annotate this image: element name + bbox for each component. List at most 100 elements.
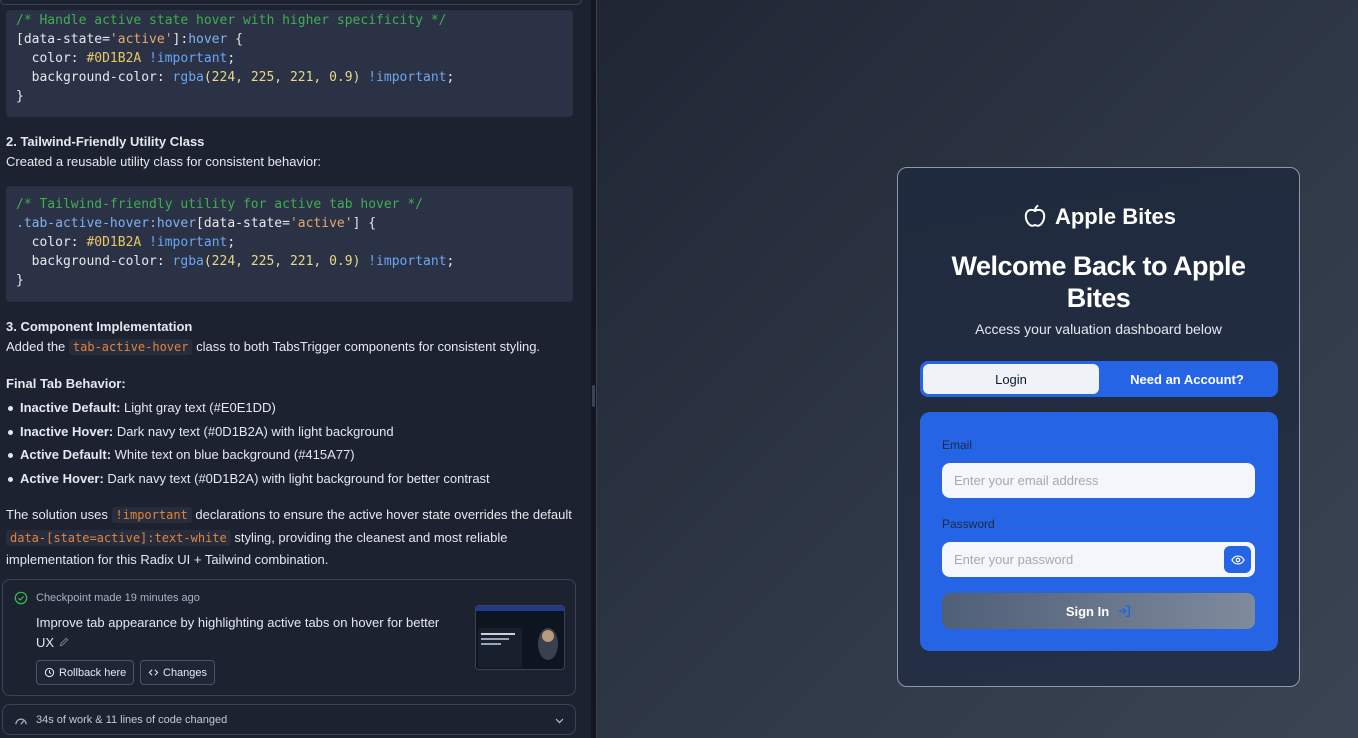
checkpoint-meta: Checkpoint made 19 minutes ago bbox=[36, 592, 200, 604]
inline-code: !important bbox=[111, 507, 192, 523]
behavior-list: Inactive Default: Light gray text (#E0E1… bbox=[6, 398, 576, 492]
code-attr-end: ] { bbox=[352, 216, 377, 231]
code-string: 'active' bbox=[289, 216, 353, 231]
checkpoint-thumbnail[interactable] bbox=[475, 605, 565, 670]
code-important: !important bbox=[360, 70, 447, 85]
checkpoint-title: Improve tab appearance by highlighting a… bbox=[36, 613, 446, 653]
text-run: styling, providing the cleanest and most… bbox=[230, 529, 508, 545]
code-important: !important bbox=[141, 51, 228, 66]
code-semi: ; bbox=[227, 51, 236, 66]
work-summary-text: 34s of work & 11 lines of code changed bbox=[36, 714, 228, 726]
code-prop: color: bbox=[16, 51, 87, 66]
check-circle-icon bbox=[14, 591, 28, 605]
rollback-label: Rollback here bbox=[59, 666, 127, 679]
list-item-text: Dark navy text (#0D1B2A) with light back… bbox=[113, 423, 394, 439]
code-string: 'active' bbox=[109, 32, 173, 47]
code-hex: #0D1B2A bbox=[86, 51, 142, 66]
changes-label: Changes bbox=[163, 666, 208, 679]
app-preview: Apple Bites Welcome Back to Apple Bites … bbox=[596, 0, 1358, 738]
code-comment: /* Tailwind-friendly utility for active … bbox=[16, 197, 423, 212]
work-summary-bar[interactable]: 34s of work & 11 lines of code changed bbox=[2, 704, 576, 735]
section-text: Created a reusable utility class for con… bbox=[6, 154, 322, 169]
code-brace: { bbox=[227, 32, 243, 47]
pencil-icon[interactable] bbox=[58, 636, 70, 648]
brand-name: Apple Bites bbox=[1054, 204, 1177, 229]
text-run: The solution uses bbox=[6, 507, 112, 522]
code-brace: } bbox=[16, 89, 24, 104]
gauge-icon bbox=[15, 718, 27, 725]
code-icon bbox=[148, 669, 159, 676]
apple-icon bbox=[1024, 204, 1046, 227]
code-selector-end: ]: bbox=[172, 32, 189, 47]
code-prop: background-color: bbox=[16, 70, 173, 85]
inline-code: data-[state=active]:text-white bbox=[6, 529, 231, 546]
code-prop: color: bbox=[16, 235, 87, 250]
checkpoint-card: Checkpoint made 19 minutes ago Improve t… bbox=[2, 579, 576, 696]
code-important: !important bbox=[141, 235, 228, 250]
email-label: Email bbox=[942, 438, 973, 452]
sign-in-label: Sign In bbox=[1065, 603, 1110, 619]
code-block-css-2: /* Tailwind-friendly utility for active … bbox=[6, 186, 573, 302]
changes-button[interactable]: Changes bbox=[140, 660, 216, 685]
code-fn: rgba bbox=[172, 70, 204, 85]
section-text: Added the tab-active-hover class to both… bbox=[6, 338, 540, 356]
final-heading: Final Tab Behavior: bbox=[6, 376, 126, 391]
code-args: (224, 225, 221, 0.9) bbox=[203, 70, 361, 85]
password-label: Password bbox=[942, 517, 995, 531]
rollback-button[interactable]: Rollback here bbox=[36, 660, 135, 685]
tab-register[interactable]: Need an Account? bbox=[1099, 364, 1275, 394]
login-card: Apple Bites Welcome Back to Apple Bites … bbox=[897, 167, 1300, 687]
list-item-label: Active Hover: bbox=[20, 470, 104, 486]
list-item-text: White text on blue background (#415A77) bbox=[111, 447, 355, 462]
code-args: (224, 225, 221, 0.9) bbox=[203, 254, 361, 269]
code-semi: ; bbox=[446, 70, 455, 85]
list-item-text: Dark navy text (#0D1B2A) with light back… bbox=[103, 470, 490, 486]
text-run: class to both TabsTrigger components for… bbox=[192, 339, 541, 354]
password-field[interactable]: Enter your password bbox=[942, 542, 1255, 577]
code-semi: ; bbox=[446, 254, 455, 269]
eye-icon bbox=[1230, 554, 1245, 565]
auth-tabs: Login Need an Account? bbox=[920, 361, 1278, 397]
login-arrow-icon bbox=[1118, 604, 1131, 618]
code-block-css-1: /* Handle active state hover with higher… bbox=[6, 10, 573, 117]
show-password-button[interactable] bbox=[1224, 546, 1251, 573]
checkpoint-title-text: Improve tab appearance by highlighting a… bbox=[36, 615, 440, 650]
resize-handle[interactable] bbox=[592, 385, 595, 407]
list-item-label: Inactive Hover: bbox=[20, 423, 114, 439]
preview-thumbnail-image bbox=[476, 606, 564, 669]
code-selector: .tab-active-hover bbox=[16, 216, 150, 231]
code-selector: [data-state= bbox=[16, 32, 110, 47]
code-fn: rgba bbox=[172, 254, 204, 269]
sign-in-button[interactable]: Sign In bbox=[942, 593, 1255, 629]
email-field[interactable]: Enter your email address bbox=[942, 463, 1255, 498]
password-placeholder: Enter your password bbox=[954, 552, 1074, 567]
code-important: !important bbox=[360, 254, 447, 269]
brand: Apple Bites bbox=[898, 202, 1299, 230]
code-brace: } bbox=[16, 273, 24, 288]
text-run: Added the bbox=[6, 339, 69, 354]
solution-paragraph: The solution uses !important declaration… bbox=[6, 504, 578, 572]
list-item-text: Light gray text (#E0E1DD) bbox=[120, 400, 276, 415]
chevron-down-icon[interactable] bbox=[554, 715, 565, 726]
list-item: Inactive Hover: Dark navy text (#0D1B2A)… bbox=[6, 422, 576, 446]
text-run: declarations to ensure the active hover … bbox=[191, 507, 572, 522]
code-semi: ; bbox=[227, 235, 236, 250]
list-item-label: Inactive Default: bbox=[20, 400, 121, 415]
inline-code: tab-active-hover bbox=[68, 339, 193, 355]
previous-message-edge bbox=[0, 0, 582, 5]
section-heading: 2. Tailwind-Friendly Utility Class bbox=[6, 134, 205, 149]
list-item: Active Hover: Dark navy text (#0D1B2A) w… bbox=[6, 469, 576, 493]
code-comment: /* Handle active state hover with higher… bbox=[16, 13, 447, 28]
page-title: Welcome Back to Apple Bites bbox=[951, 251, 1246, 313]
page-subtitle: Access your valuation dashboard below bbox=[975, 321, 1222, 337]
section-heading: 3. Component Implementation bbox=[6, 319, 193, 334]
login-form: Email Enter your email address Password … bbox=[920, 412, 1278, 651]
history-icon bbox=[44, 667, 55, 678]
code-pseudo: hover bbox=[188, 32, 228, 47]
tab-login[interactable]: Login bbox=[923, 364, 1099, 394]
code-hex: #0D1B2A bbox=[86, 235, 142, 250]
list-item-label: Active Default: bbox=[20, 447, 112, 462]
text-run: implementation for this Radix UI + Tailw… bbox=[6, 552, 329, 567]
code-prop: background-color: bbox=[16, 254, 173, 269]
chat-panel: /* Handle active state hover with higher… bbox=[0, 0, 588, 738]
